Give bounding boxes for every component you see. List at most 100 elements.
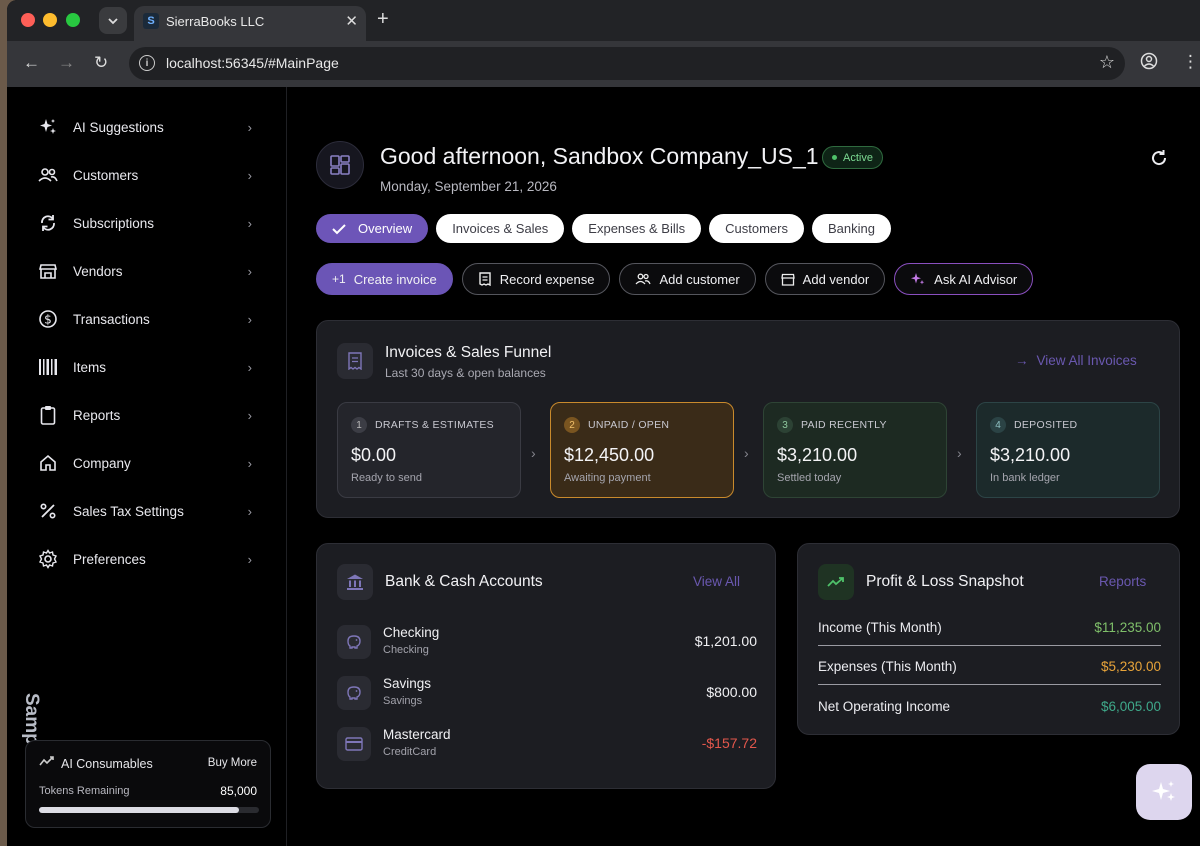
sidebar: AI Suggestions › Customers › Subscriptio… [7, 87, 287, 846]
pl-value: $11,235.00 [1094, 620, 1161, 635]
funnel-stage-deposited[interactable]: 4 DEPOSITED $3,210.00 In bank ledger [976, 402, 1160, 498]
funnel-stage-drafts[interactable]: 1 DRAFTS & ESTIMATES $0.00 Ready to send [337, 402, 521, 498]
dollar-circle-icon: $ [37, 308, 59, 330]
refresh-icon [37, 212, 59, 234]
refresh-icon [1152, 150, 1167, 166]
app: AI Suggestions › Customers › Subscriptio… [7, 87, 1200, 846]
invoices-funnel-card: Invoices & Sales Funnel Last 30 days & o… [316, 320, 1180, 518]
tab-label: Invoices & Sales [452, 221, 549, 236]
account-type: CreditCard [383, 746, 437, 758]
stage-label: UNPAID / OPEN [588, 419, 670, 431]
back-icon[interactable]: ← [23, 53, 40, 73]
trend-icon [39, 755, 55, 770]
maximize-window-button[interactable] [66, 13, 80, 27]
tab-invoices-sales[interactable]: Invoices & Sales [436, 214, 565, 243]
trend-up-icon [818, 564, 854, 600]
sidebar-item-transactions[interactable]: $ Transactions › [37, 304, 252, 334]
tab-overview[interactable]: Overview [316, 214, 429, 243]
refresh-button[interactable] [1150, 149, 1168, 173]
account-name: Savings [383, 676, 432, 691]
bookmark-star-icon[interactable]: ☆ [1099, 52, 1115, 73]
view-all-invoices-link[interactable]: → View All Invoices [1015, 353, 1137, 368]
chevron-right-icon: › [247, 119, 252, 135]
account-balance: -$157.72 [701, 735, 757, 751]
funnel-stage-paid[interactable]: 3 PAID RECENTLY $3,210.00 Settled today [763, 402, 947, 498]
sidebar-item-preferences[interactable]: Preferences › [37, 544, 252, 574]
sidebar-item-label: Customers [73, 167, 139, 183]
account-row[interactable]: Checking Checking $1,201.00 [337, 623, 757, 659]
dashboard-icon [316, 141, 364, 189]
add-vendor-button[interactable]: Add vendor [764, 263, 886, 295]
store-icon [37, 260, 59, 282]
pl-row-income: Income (This Month) $11,235.00 [818, 608, 1161, 646]
ask-ai-advisor-button[interactable]: Ask AI Advisor [894, 263, 1034, 295]
browser-tab-bar: S SierraBooks LLC ✕ + [7, 0, 1200, 41]
quick-actions: +1 Create invoice Record expense Add cus… [316, 263, 1034, 295]
funnel-stage-unpaid[interactable]: 2 UNPAID / OPEN $12,450.00 Awaiting paym… [550, 402, 734, 498]
pl-value: $6,005.00 [1100, 699, 1161, 714]
address-bar[interactable]: i localhost:56345/#MainPage ☆ [129, 47, 1125, 80]
sparkles-icon [1152, 781, 1175, 801]
piggy-bank-icon [337, 676, 371, 710]
funnel-subtitle: Last 30 days & open balances [385, 366, 546, 380]
account-name: Mastercard [383, 727, 451, 742]
sidebar-item-reports[interactable]: Reports › [37, 400, 252, 430]
chevron-right-icon: › [247, 167, 252, 183]
bank-accounts-card: Bank & Cash Accounts View All Checking C… [316, 543, 776, 789]
reload-icon[interactable]: ↻ [94, 53, 108, 73]
account-type: Savings [383, 695, 423, 707]
profile-icon[interactable] [1140, 52, 1158, 75]
close-tab-icon[interactable]: ✕ [345, 12, 358, 30]
buy-more-link[interactable]: Buy More [208, 757, 257, 769]
account-row[interactable]: Savings Savings $800.00 [337, 674, 757, 710]
record-expense-button[interactable]: Record expense [461, 263, 611, 295]
dashboard-tabs: Overview Invoices & Sales Expenses & Bil… [316, 214, 891, 243]
receipt-icon [479, 272, 491, 286]
create-invoice-button[interactable]: +1 Create invoice [316, 263, 453, 295]
new-tab-button[interactable]: + [377, 8, 389, 31]
tab-expenses-bills[interactable]: Expenses & Bills [572, 214, 702, 243]
add-customer-button[interactable]: Add customer [619, 263, 756, 295]
sidebar-item-ai-suggestions[interactable]: AI Suggestions › [37, 112, 252, 142]
sidebar-item-items[interactable]: Items › [37, 352, 252, 382]
account-row[interactable]: Mastercard CreditCard -$157.72 [337, 725, 757, 761]
tab-search-button[interactable] [99, 7, 127, 34]
stage-number: 4 [990, 417, 1006, 433]
browser-toolbar: ← → ↻ i localhost:56345/#MainPage ☆ ⋮ [7, 41, 1200, 87]
minimize-window-button[interactable] [43, 13, 57, 27]
stage-label: DEPOSITED [1014, 419, 1078, 431]
reports-link[interactable]: Reports [1099, 574, 1146, 589]
browser-menu-icon[interactable]: ⋮ [1182, 52, 1199, 72]
link-label: View All Invoices [1036, 353, 1137, 368]
chevron-right-icon: › [247, 407, 252, 423]
ai-assistant-fab[interactable] [1136, 764, 1192, 820]
sidebar-item-company[interactable]: Company › [37, 448, 252, 478]
site-info-icon[interactable]: i [139, 55, 155, 71]
sidebar-item-customers[interactable]: Customers › [37, 160, 252, 190]
account-type: Checking [383, 644, 429, 656]
stage-status: Awaiting payment [564, 472, 651, 484]
sidebar-item-subscriptions[interactable]: Subscriptions › [37, 208, 252, 238]
tab-label: Expenses & Bills [588, 221, 686, 236]
url-text[interactable]: localhost:56345/#MainPage [166, 55, 339, 71]
tab-banking[interactable]: Banking [811, 214, 891, 243]
tab-customers[interactable]: Customers [709, 214, 804, 243]
chevron-down-icon [108, 17, 118, 24]
bank-accounts-title: Bank & Cash Accounts [385, 573, 543, 590]
status-badge-label: Active [843, 151, 873, 164]
sidebar-item-sales-tax-settings[interactable]: Sales Tax Settings › [37, 496, 252, 526]
svg-text:$: $ [44, 313, 52, 327]
sidebar-item-vendors[interactable]: Vendors › [37, 256, 252, 286]
browser-tab[interactable]: S SierraBooks LLC ✕ [134, 6, 366, 41]
stage-status: In bank ledger [990, 472, 1060, 484]
view-all-accounts-link[interactable]: View All [693, 574, 740, 589]
pl-label: Net Operating Income [818, 699, 951, 714]
stage-label: PAID RECENTLY [801, 419, 887, 431]
close-window-button[interactable] [21, 13, 35, 27]
forward-icon[interactable]: → [58, 53, 75, 73]
sidebar-item-label: Transactions [73, 311, 150, 327]
tab-label: Banking [827, 221, 875, 236]
status-dot [832, 155, 837, 160]
piggy-bank-icon [337, 625, 371, 659]
tokens-progress-fill [39, 807, 240, 813]
